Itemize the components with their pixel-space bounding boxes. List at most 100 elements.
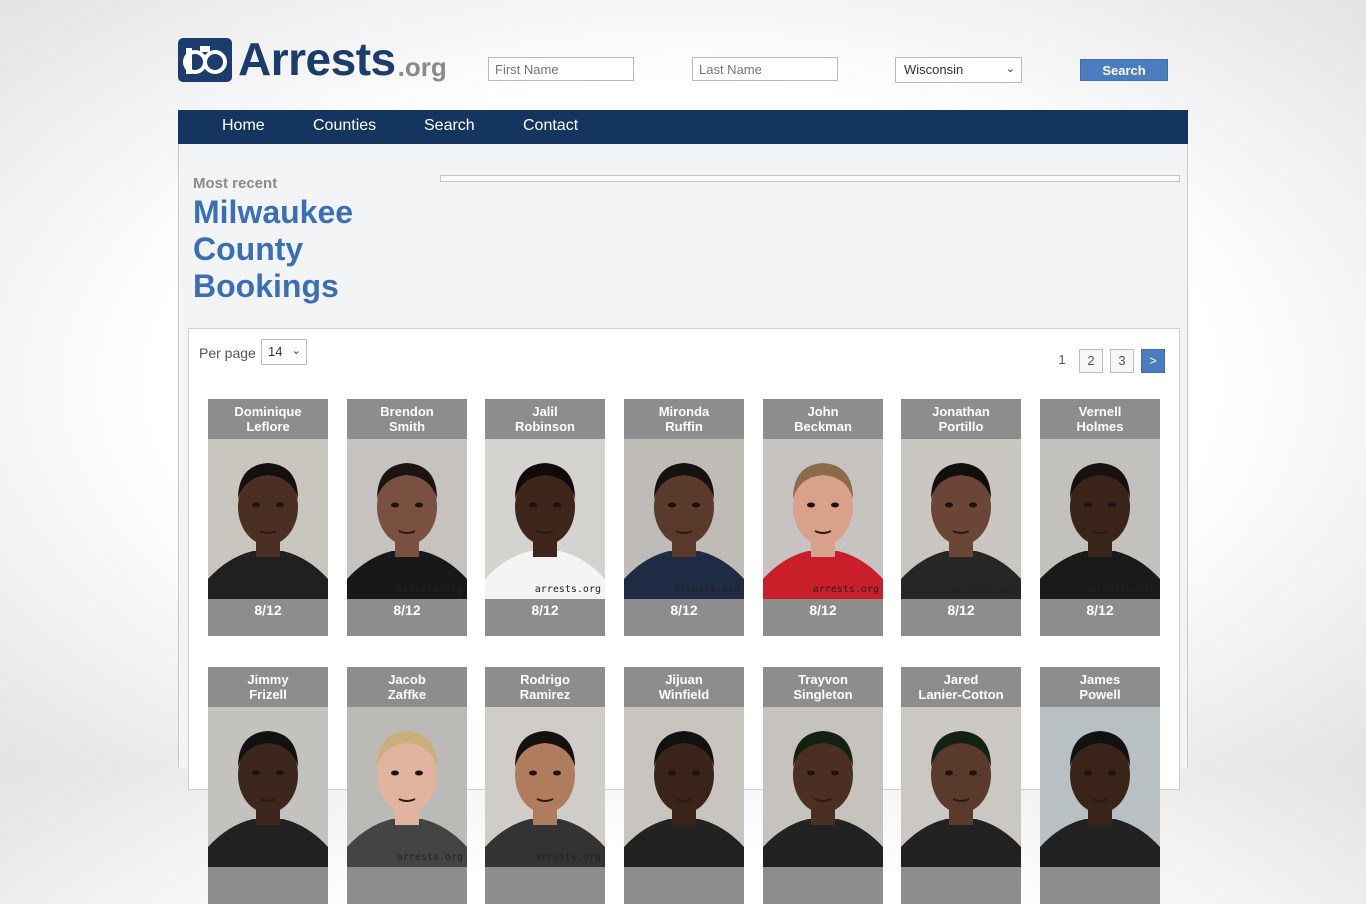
mugshot-photo[interactable]: arrests.org — [901, 439, 1021, 599]
bookings-panel: Per page 14 ⌄ 1 2 3 > Dominique Leflore ar… — [188, 328, 1180, 904]
mugshot-photo[interactable]: arrests.org — [485, 439, 605, 599]
booking-first-name: Jacob — [388, 672, 426, 687]
booking-date: 8/12 — [1086, 602, 1114, 618]
content-area: Most recent Milwaukee County Bookings Pe… — [178, 144, 1188, 904]
booking-name[interactable]: Jijuan Winfield — [624, 667, 744, 707]
booking-first-name: Mironda — [658, 404, 710, 419]
last-name-input[interactable] — [692, 57, 838, 81]
booking-card[interactable]: Brendon Smith arrests.org 8/12 — [347, 399, 467, 636]
per-page-label: Per page — [199, 345, 256, 361]
booking-name[interactable]: Trayvon Singleton — [763, 667, 883, 707]
booking-name[interactable]: Jalil Robinson — [485, 399, 605, 439]
booking-card[interactable]: Jijuan Winfield arrests.org — [624, 667, 744, 904]
booking-date — [208, 867, 328, 904]
mugshot-photo[interactable]: arrests.org — [1040, 439, 1160, 599]
state-select[interactable]: Wisconsin ⌄ — [895, 57, 1022, 83]
booking-card[interactable]: Trayvon Singleton arrests.org — [763, 667, 883, 904]
booking-date: 8/12 — [670, 602, 698, 618]
booking-card[interactable]: James Powell arrests.org — [1040, 667, 1160, 904]
booking-date — [901, 867, 1021, 904]
booking-name[interactable]: Jared Lanier-Cotton — [901, 667, 1021, 707]
page-title-line-2: County — [193, 231, 304, 267]
booking-name[interactable]: Dominique Leflore — [208, 399, 328, 439]
booking-last-name: Zaffke — [387, 687, 427, 702]
watermark: arrests.org — [257, 584, 324, 595]
booking-last-name: Singleton — [793, 687, 853, 702]
watermark: arrests.org — [1089, 584, 1156, 595]
booking-card[interactable]: Jalil Robinson arrests.org 8/12 — [485, 399, 605, 636]
mugshot-photo[interactable]: arrests.org — [624, 707, 744, 867]
mugshot-photo[interactable]: arrests.org — [624, 439, 744, 599]
booking-card[interactable]: Vernell Holmes arrests.org 8/12 — [1040, 399, 1160, 636]
booking-first-name: Jonathan — [932, 404, 990, 419]
per-page-value: 14 — [268, 344, 283, 359]
chevron-down-icon: ⌄ — [291, 345, 301, 357]
booking-date — [1040, 867, 1160, 904]
booking-date — [485, 867, 605, 904]
mugshot-photo[interactable]: arrests.org — [901, 707, 1021, 867]
watermark: arrests.org — [812, 584, 879, 595]
booking-first-name: Jimmy — [247, 672, 289, 687]
booking-name[interactable]: Brendon Smith — [347, 399, 467, 439]
booking-name[interactable]: Jimmy Frizell — [208, 667, 328, 707]
booking-first-name: Jalil — [532, 404, 558, 419]
booking-date — [347, 867, 467, 904]
booking-card[interactable]: John Beckman arrests.org 8/12 — [763, 399, 883, 636]
booking-date — [763, 867, 883, 904]
pagination-page-2[interactable]: 2 — [1079, 349, 1103, 373]
mugshot-photo[interactable]: arrests.org — [1040, 707, 1160, 867]
booking-last-name: Smith — [388, 419, 426, 434]
page-title-line-3: Bookings — [193, 268, 339, 304]
nav-home[interactable]: Home — [222, 110, 265, 144]
mugshot-photo[interactable]: arrests.org — [763, 707, 883, 867]
booking-date — [624, 867, 744, 904]
booking-last-name: Ramirez — [519, 687, 571, 702]
booking-name[interactable]: Rodrigo Ramirez — [485, 667, 605, 707]
booking-first-name: Jared — [943, 672, 979, 687]
nav-counties[interactable]: Counties — [313, 110, 376, 144]
watermark: arrests.org — [396, 584, 463, 595]
booking-first-name: Vernell — [1078, 404, 1122, 419]
chevron-down-icon: ⌄ — [1005, 63, 1015, 75]
booking-card[interactable]: Jared Lanier-Cotton arrests.org — [901, 667, 1021, 904]
mugshot-photo[interactable]: arrests.org — [485, 707, 605, 867]
booking-first-name: Jijuan — [665, 672, 703, 687]
first-name-input[interactable] — [488, 57, 634, 81]
main-nav: Home Counties Search Contact — [178, 110, 1188, 144]
mugshot-photo[interactable]: arrests.org — [208, 439, 328, 599]
booking-first-name: Brendon — [380, 404, 434, 419]
watermark: arrests.org — [673, 584, 740, 595]
search-button[interactable]: Search — [1080, 59, 1168, 81]
mugshot-photo[interactable]: arrests.org — [763, 439, 883, 599]
watermark: arrests.org — [673, 852, 740, 863]
per-page-select[interactable]: 14 ⌄ — [261, 339, 307, 365]
booking-card[interactable]: Rodrigo Ramirez arrests.org — [485, 667, 605, 904]
booking-last-name: Powell — [1079, 687, 1121, 702]
booking-date: 8/12 — [254, 602, 282, 618]
booking-last-name: Frizell — [249, 687, 287, 702]
booking-name[interactable]: Vernell Holmes — [1040, 399, 1160, 439]
booking-card[interactable]: Jimmy Frizell arrests.org — [208, 667, 328, 904]
watermark: arrests.org — [257, 852, 324, 863]
mugshot-photo[interactable]: arrests.org — [347, 439, 467, 599]
mugshot-photo[interactable]: arrests.org — [347, 707, 467, 867]
booking-name[interactable]: Jacob Zaffke — [347, 667, 467, 707]
site-logo[interactable]: Arrests .org — [178, 34, 447, 82]
booking-last-name: Winfield — [658, 687, 710, 702]
booking-card[interactable]: Jonathan Portillo arrests.org 8/12 — [901, 399, 1021, 636]
mugshot-photo[interactable]: arrests.org — [208, 707, 328, 867]
booking-name[interactable]: Jonathan Portillo — [901, 399, 1021, 439]
booking-last-name: Holmes — [1076, 419, 1124, 434]
booking-card[interactable]: Dominique Leflore arrests.org 8/12 — [208, 399, 328, 636]
nav-search[interactable]: Search — [424, 110, 475, 144]
booking-card[interactable]: Mironda Ruffin arrests.org 8/12 — [624, 399, 744, 636]
nav-contact[interactable]: Contact — [523, 110, 578, 144]
booking-name[interactable]: Mironda Ruffin — [624, 399, 744, 439]
pagination-next[interactable]: > — [1141, 349, 1165, 373]
booking-name[interactable]: John Beckman — [763, 399, 883, 439]
watermark: arrests.org — [534, 584, 601, 595]
pagination-page-3[interactable]: 3 — [1110, 349, 1134, 373]
booking-name[interactable]: James Powell — [1040, 667, 1160, 707]
booking-card[interactable]: Jacob Zaffke arrests.org — [347, 667, 467, 904]
booking-first-name: James — [1079, 672, 1121, 687]
